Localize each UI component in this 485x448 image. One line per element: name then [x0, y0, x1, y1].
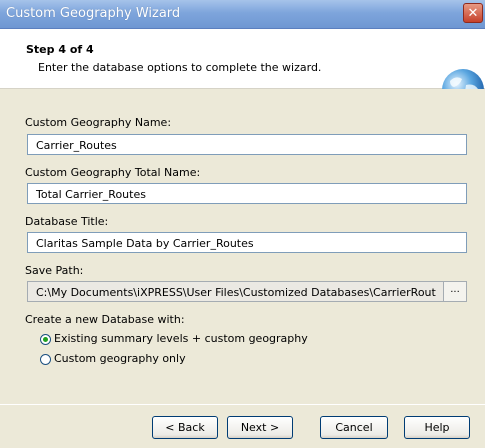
browse-button[interactable]: ... [443, 282, 466, 301]
name-label: Custom Geography Name: [25, 116, 172, 129]
close-button[interactable]: ✕ [463, 3, 483, 23]
total-name-label: Custom Geography Total Name: [25, 166, 201, 179]
option-custom-only-label: Custom geography only [54, 352, 186, 365]
help-button[interactable]: Help [404, 416, 470, 439]
save-path-label: Save Path: [25, 264, 84, 277]
total-name-input[interactable]: Total Carrier_Routes [27, 183, 467, 204]
divider [0, 404, 485, 405]
save-path-field: C:\My Documents\iXPRESS\User Files\Custo… [27, 281, 467, 302]
next-button[interactable]: Next > [227, 416, 293, 439]
option-custom-only[interactable]: Custom geography only [40, 352, 186, 365]
radio-selected-icon[interactable] [40, 333, 51, 345]
save-path-value: C:\My Documents\iXPRESS\User Files\Custo… [36, 286, 436, 299]
step-description: Enter the database options to complete t… [38, 61, 322, 74]
option-existing-levels[interactable]: Existing summary levels + custom geograp… [40, 332, 308, 345]
wizard-content: Custom Geography Name: Carrier_Routes Cu… [0, 89, 485, 448]
title-bar: Custom Geography Wizard ✕ [0, 0, 485, 29]
database-title-label: Database Title: [25, 215, 109, 228]
create-db-label: Create a new Database with: [25, 313, 185, 326]
window-title: Custom Geography Wizard [6, 6, 181, 21]
radio-unselected-icon[interactable] [40, 353, 51, 365]
wizard-header: Step 4 of 4 Enter the database options t… [0, 29, 485, 111]
geography-name-input[interactable]: Carrier_Routes [27, 134, 467, 155]
step-title: Step 4 of 4 [26, 43, 94, 56]
database-title-input[interactable]: Claritas Sample Data by Carrier_Routes [27, 232, 467, 253]
cancel-button[interactable]: Cancel [320, 416, 388, 439]
back-button[interactable]: < Back [152, 416, 218, 439]
option-existing-levels-label: Existing summary levels + custom geograp… [54, 332, 308, 345]
